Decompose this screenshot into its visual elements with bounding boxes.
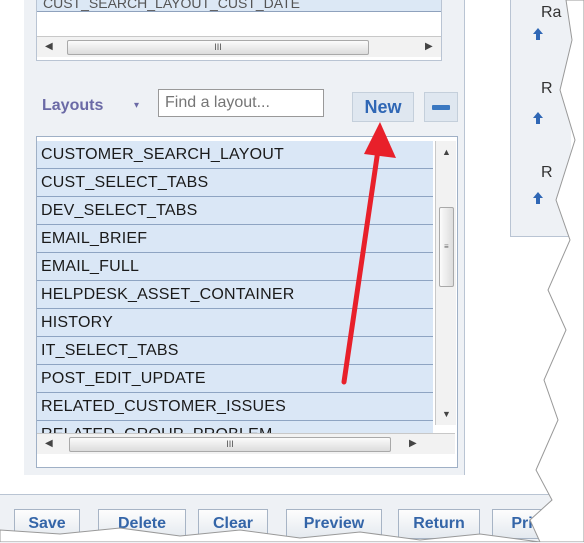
list-item[interactable]: HISTORY	[37, 309, 433, 337]
dropdown-caret-icon[interactable]: ▾	[134, 100, 139, 111]
list-item[interactable]: EMAIL_FULL	[37, 253, 433, 281]
list-item[interactable]: DEV_SELECT_TABS	[37, 197, 433, 225]
save-button[interactable]: Save	[14, 509, 80, 539]
vertical-scrollbar[interactable]: ▲ ≡ ▼	[435, 141, 456, 425]
scroll-thumb[interactable]: III	[69, 437, 391, 452]
list-item[interactable]: HELPDESK_ASSET_CONTAINER	[37, 281, 433, 309]
list-horizontal-scrollbar[interactable]: ◀ III ▶	[37, 433, 455, 454]
scroll-right-icon[interactable]: ▶	[409, 438, 417, 449]
scroll-left-icon[interactable]: ◀	[45, 41, 53, 52]
scroll-up-icon[interactable]: ▲	[442, 147, 451, 157]
delete-button[interactable]: Delete	[98, 509, 186, 539]
scroll-right-icon[interactable]: ▶	[425, 41, 433, 52]
layouts-items: CUSTOMER_SEARCH_LAYOUT CUST_SELECT_TABS …	[37, 141, 433, 433]
layouts-label[interactable]: Layouts	[42, 97, 103, 115]
list-item[interactable]: EMAIL_BRIEF	[37, 225, 433, 253]
arrow-up-icon[interactable]	[533, 112, 543, 124]
list-item[interactable]: IT_SELECT_TABS	[37, 337, 433, 365]
layouts-list: CUSTOMER_SEARCH_LAYOUT CUST_SELECT_TABS …	[36, 136, 458, 468]
print-button[interactable]: Pri	[492, 509, 552, 539]
arrow-up-icon[interactable]	[533, 192, 543, 204]
find-layout-input[interactable]	[158, 89, 324, 117]
minus-icon	[432, 105, 450, 110]
scroll-thumb[interactable]: ≡	[439, 207, 454, 287]
return-button[interactable]: Return	[398, 509, 480, 539]
clear-button[interactable]: Clear	[198, 509, 268, 539]
list-item[interactable]: POST_EDIT_UPDATE	[37, 365, 433, 393]
right-panel: Ra R R	[510, 0, 571, 237]
top-list: CUST_SEARCH_LAYOUT_CUST_DATE ◀ III ▶	[36, 0, 442, 61]
right-panel-label: R	[541, 80, 553, 97]
remove-button[interactable]	[424, 92, 458, 122]
right-panel-label: Ra	[541, 4, 562, 21]
top-horizontal-scrollbar[interactable]: ◀ III ▶	[37, 36, 441, 57]
scroll-down-icon[interactable]: ▼	[442, 409, 451, 419]
scroll-thumb[interactable]: III	[67, 40, 369, 55]
list-item[interactable]: RELATED_CUSTOMER_ISSUES	[37, 393, 433, 421]
layouts-toolbar: Layouts ▾ New	[36, 84, 458, 126]
new-button[interactable]: New	[352, 92, 414, 122]
right-panel-label: R	[541, 164, 553, 181]
arrow-up-icon[interactable]	[533, 28, 543, 40]
bottom-button-bar: Save Delete Clear Preview Return Pri	[0, 494, 584, 543]
list-item[interactable]: RELATED_GROUP_PROBLEM	[37, 421, 433, 433]
list-item[interactable]: CUSTOMER_SEARCH_LAYOUT	[37, 141, 433, 169]
preview-button[interactable]: Preview	[286, 509, 382, 539]
list-item[interactable]: CUST_SEARCH_LAYOUT_CUST_DATE	[37, 0, 441, 12]
scroll-left-icon[interactable]: ◀	[45, 438, 53, 449]
list-item[interactable]: CUST_SELECT_TABS	[37, 169, 433, 197]
